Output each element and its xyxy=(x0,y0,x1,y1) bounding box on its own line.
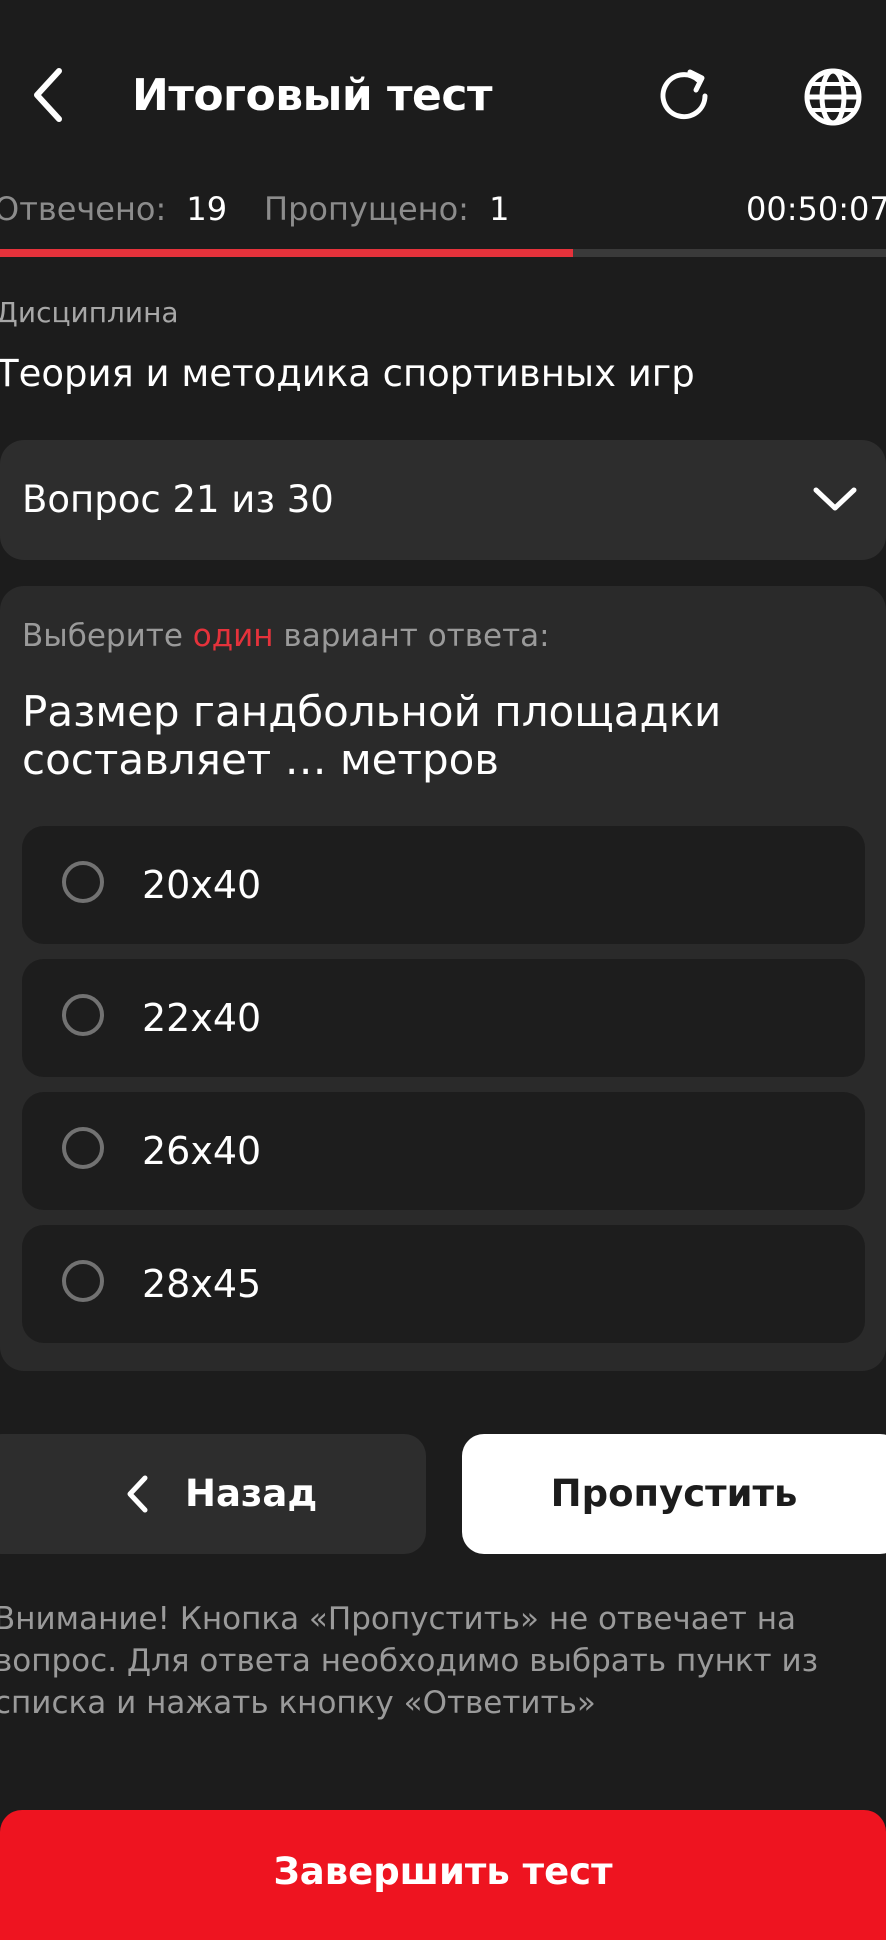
timer: 00:50:07 xyxy=(746,190,886,228)
refresh-icon xyxy=(660,69,708,120)
skipped-label: Пропущено: xyxy=(264,190,469,228)
answered-value: 19 xyxy=(186,190,228,228)
skip-button[interactable]: Пропустить xyxy=(462,1434,886,1554)
answer-option-label: 28x45 xyxy=(142,1262,262,1306)
back-button[interactable] xyxy=(22,60,72,130)
question-selector-label: Вопрос 21 из 30 xyxy=(22,478,334,521)
answer-option-label: 26x40 xyxy=(142,1129,262,1173)
warning-text: Внимание! Кнопка «Пропустить» не отвечае… xyxy=(0,1601,819,1721)
radio-icon[interactable] xyxy=(62,1260,104,1302)
discipline-value: Теория и методика спортивных игр xyxy=(0,352,695,395)
question-card: Выберите один вариант ответа: Размер ган… xyxy=(0,586,886,1371)
answer-option-label: 20x40 xyxy=(142,863,262,907)
chevron-left-icon xyxy=(34,68,62,122)
progress-fill xyxy=(0,249,574,257)
chevron-left-icon xyxy=(127,1475,148,1513)
globe-icon xyxy=(804,68,862,126)
radio-icon[interactable] xyxy=(62,1127,104,1169)
language-button[interactable] xyxy=(800,64,866,130)
instruction-suffix: вариант ответа: xyxy=(273,618,550,654)
instruction-accent: один xyxy=(192,618,274,654)
answer-option[interactable]: 22x40 xyxy=(22,959,865,1077)
refresh-button[interactable] xyxy=(652,64,718,130)
finish-test-button[interactable]: Завершить тест xyxy=(0,1810,886,1940)
discipline-label: Дисциплина xyxy=(0,296,179,329)
radio-icon[interactable] xyxy=(62,994,104,1036)
finish-test-label: Завершить тест xyxy=(273,1850,613,1893)
instruction-prefix: Выберите xyxy=(22,618,193,654)
answered-label: Отвечено: xyxy=(0,190,167,228)
answered-stat: Отвечено: 19 xyxy=(0,190,227,228)
answer-option[interactable]: 26x40 xyxy=(22,1092,865,1210)
question-text: Размер гандбольной площадки составляет …… xyxy=(22,687,722,784)
back-nav-label: Назад xyxy=(185,1472,318,1515)
answer-option[interactable]: 20x40 xyxy=(22,826,865,944)
answer-option[interactable]: 28x45 xyxy=(22,1225,865,1343)
skipped-stat: Пропущено: 1 xyxy=(264,190,509,228)
chevron-down-icon xyxy=(813,487,857,511)
skip-label: Пропустить xyxy=(550,1472,798,1515)
answer-option-label: 22x40 xyxy=(142,996,262,1040)
question-selector[interactable]: Вопрос 21 из 30 xyxy=(0,440,886,560)
answer-instruction: Выберите один вариант ответа: xyxy=(22,618,550,654)
radio-icon[interactable] xyxy=(62,861,104,903)
page-title: Итоговый тест xyxy=(132,70,492,121)
skipped-value: 1 xyxy=(489,190,510,228)
progress-bar xyxy=(0,249,886,257)
back-nav-button[interactable]: Назад xyxy=(0,1434,426,1554)
